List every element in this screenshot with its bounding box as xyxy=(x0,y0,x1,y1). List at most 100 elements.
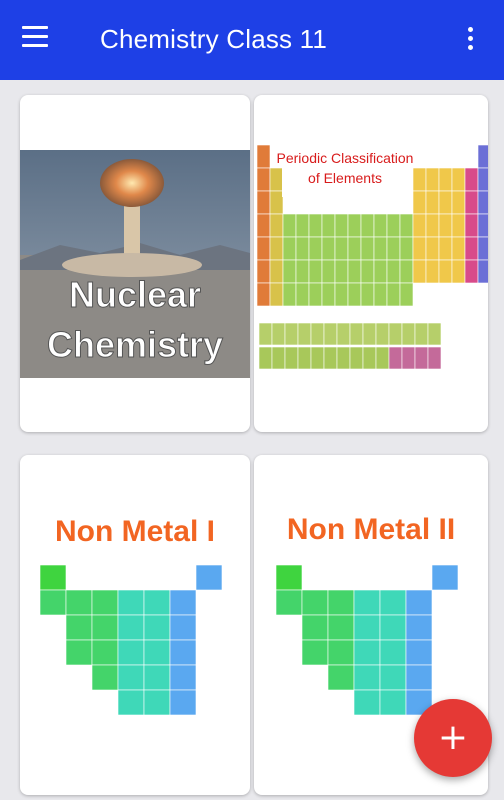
element-cell xyxy=(143,689,171,716)
hydrogen-cell xyxy=(39,564,67,591)
periodic-cell xyxy=(360,282,375,307)
periodic-cell xyxy=(269,190,284,215)
actinide-cell xyxy=(258,346,273,370)
periodic-cell xyxy=(477,236,488,261)
periodic-cell xyxy=(399,259,414,284)
periodic-cell xyxy=(464,190,479,215)
element-cell xyxy=(143,614,171,641)
periodic-cell xyxy=(438,167,453,192)
periodic-cell xyxy=(308,236,323,261)
periodic-cell xyxy=(308,259,323,284)
periodic-cell xyxy=(451,190,466,215)
element-cell xyxy=(379,589,407,616)
lanthanide-cell xyxy=(310,322,325,346)
lanthanide-cell xyxy=(284,322,299,346)
element-cell xyxy=(65,614,93,641)
element-cell xyxy=(91,664,119,691)
element-cell xyxy=(301,589,329,616)
actinide-cell xyxy=(323,346,338,370)
periodic-cell xyxy=(347,259,362,284)
app-bar: Chemistry Class 11 xyxy=(0,0,504,80)
periodic-table-image: Periodic Classification of Elements xyxy=(256,144,488,370)
periodic-cell xyxy=(412,236,427,261)
periodic-cell xyxy=(334,213,349,238)
overflow-menu-button[interactable] xyxy=(466,27,482,55)
lanthanide-cell xyxy=(427,322,442,346)
nuclear-text: Nuclear xyxy=(69,274,201,315)
periodic-cell xyxy=(373,259,388,284)
periodic-cell xyxy=(464,259,479,284)
periodic-cell xyxy=(438,259,453,284)
add-button[interactable]: + xyxy=(414,699,492,777)
periodic-cell xyxy=(347,213,362,238)
element-cell xyxy=(169,689,197,716)
non-metal-1-title: Non Metal I xyxy=(55,515,215,548)
periodic-cell xyxy=(386,213,401,238)
periodic-cell xyxy=(256,282,271,307)
periodic-cell xyxy=(269,213,284,238)
element-cell xyxy=(379,614,407,641)
helium-cell xyxy=(195,564,223,591)
actinide-cell xyxy=(336,346,351,370)
lanthanide-cell xyxy=(414,322,429,346)
periodic-cell xyxy=(256,167,271,192)
add-icon: + xyxy=(437,717,469,758)
lanthanide-cell xyxy=(388,322,403,346)
periodic-cell xyxy=(347,282,362,307)
element-cell xyxy=(143,589,171,616)
element-cell xyxy=(117,639,145,666)
periodic-title-line2: of Elements xyxy=(308,170,382,186)
card-periodic-classification[interactable]: Periodic Classification of Elements xyxy=(254,95,488,432)
hamburger-menu-icon xyxy=(22,26,56,47)
element-cell xyxy=(405,639,433,666)
actinide-cell xyxy=(271,346,286,370)
periodic-cell xyxy=(360,236,375,261)
lanthanide-cell xyxy=(336,322,351,346)
periodic-cell xyxy=(269,282,284,307)
periodic-cell xyxy=(373,213,388,238)
actinide-cell xyxy=(349,346,364,370)
actinide-cell xyxy=(284,346,299,370)
periodic-cell xyxy=(256,236,271,261)
element-cell xyxy=(353,689,381,716)
element-cell xyxy=(169,664,197,691)
element-cell xyxy=(405,589,433,616)
element-cell xyxy=(117,589,145,616)
periodic-title-line1: Periodic Classification xyxy=(277,150,414,166)
actinide-cell xyxy=(362,346,377,370)
periodic-cell xyxy=(360,259,375,284)
helium-cell xyxy=(431,564,459,591)
hydrogen-cell xyxy=(275,564,303,591)
periodic-cell xyxy=(256,259,271,284)
lanthanide-cell xyxy=(323,322,338,346)
element-cell xyxy=(169,614,197,641)
card-nuclear-chemistry[interactable]: Nuclear Chemistry xyxy=(20,95,250,432)
periodic-cell xyxy=(308,213,323,238)
periodic-cell xyxy=(269,167,284,192)
periodic-cell xyxy=(451,213,466,238)
actinide-cell xyxy=(427,346,442,370)
element-cell xyxy=(327,664,355,691)
actinide-cell xyxy=(401,346,416,370)
periodic-cell xyxy=(321,282,336,307)
card-non-metal-1[interactable]: Non Metal I xyxy=(20,455,250,795)
periodic-cell xyxy=(373,282,388,307)
element-cell xyxy=(91,614,119,641)
periodic-cell xyxy=(282,236,297,261)
app-title: Chemistry Class 11 xyxy=(100,24,328,54)
periodic-cell xyxy=(269,236,284,261)
periodic-cell xyxy=(334,259,349,284)
periodic-cell xyxy=(334,282,349,307)
nuclear-chemistry-image: Nuclear Chemistry xyxy=(20,150,250,378)
element-cell xyxy=(91,589,119,616)
periodic-cell xyxy=(308,282,323,307)
periodic-cell xyxy=(295,213,310,238)
menu-button[interactable] xyxy=(22,26,56,54)
lanthanide-cell xyxy=(258,322,273,346)
periodic-cell xyxy=(477,190,488,215)
element-cell xyxy=(405,614,433,641)
element-cell xyxy=(65,589,93,616)
periodic-cell xyxy=(386,282,401,307)
periodic-cell xyxy=(295,259,310,284)
actinide-cell xyxy=(388,346,403,370)
